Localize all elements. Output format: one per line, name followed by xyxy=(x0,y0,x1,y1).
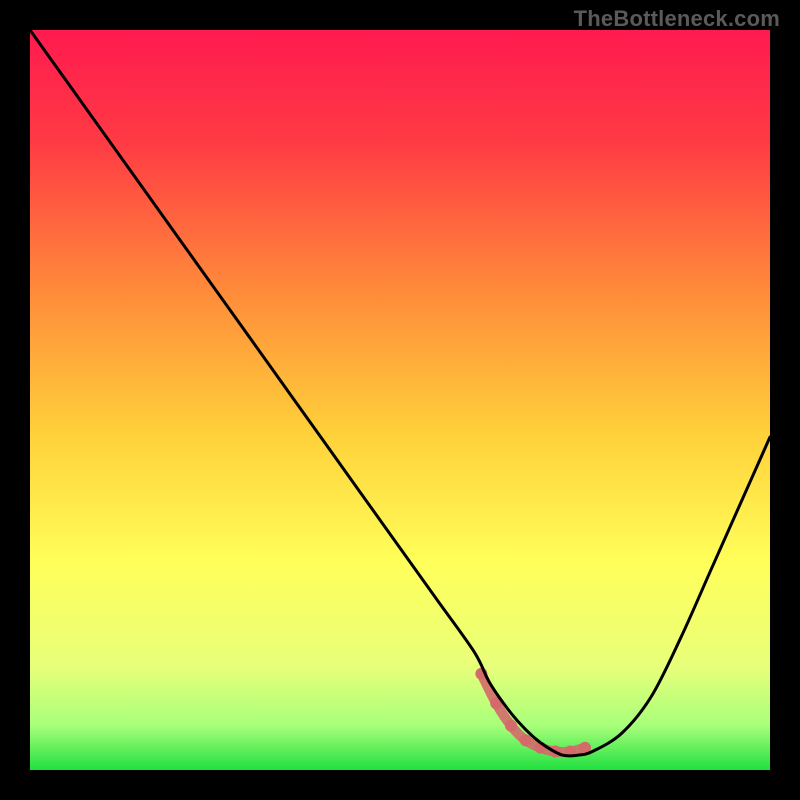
watermark-text: TheBottleneck.com xyxy=(574,6,780,32)
bottleneck-curve xyxy=(30,30,770,770)
